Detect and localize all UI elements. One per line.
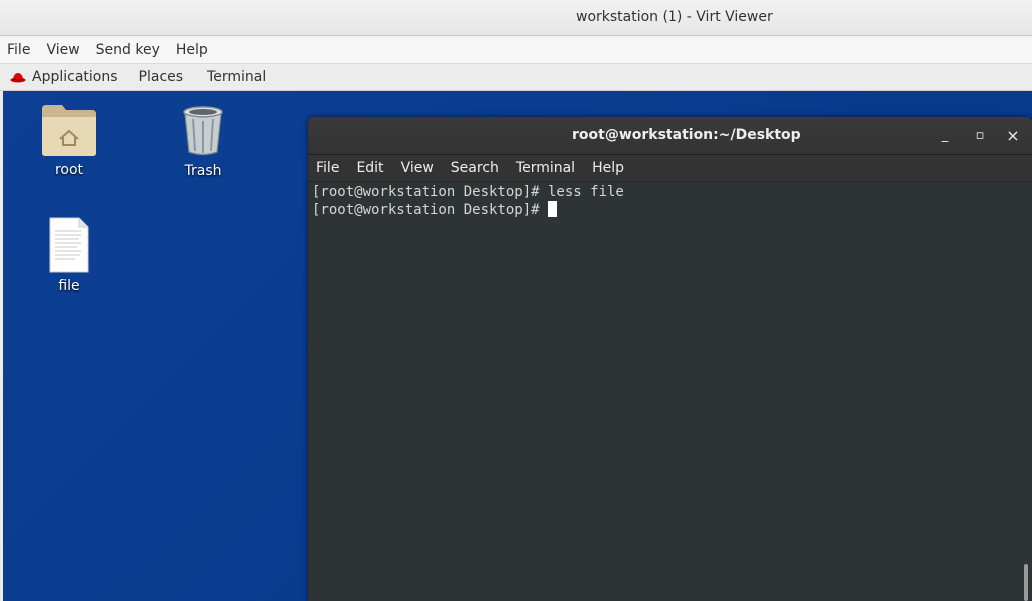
desktop-icon-root[interactable]: root (24, 103, 114, 178)
applications-menu[interactable]: Applications (10, 69, 118, 85)
maximize-button[interactable]: ▫ (970, 126, 990, 146)
minimize-button[interactable]: _ (935, 126, 955, 146)
terminal-titlebar[interactable]: root@workstation:~/Desktop _ ▫ × (308, 117, 1032, 155)
scrollbar-thumb[interactable] (1024, 564, 1028, 601)
desktop-icon-label: Trash (184, 163, 222, 179)
desktop-icon-file[interactable]: file (24, 217, 114, 294)
home-folder-icon (42, 105, 96, 156)
terminal-launcher[interactable]: Terminal (207, 69, 266, 85)
terminal-window[interactable]: root@workstation:~/Desktop _ ▫ × File Ed… (308, 117, 1032, 601)
viewer-menubar: File View Send key Help (0, 37, 1032, 64)
terminal-output[interactable]: [root@workstation Desktop]# less file [r… (308, 182, 1020, 601)
maximize-icon: ▫ (975, 128, 985, 143)
places-menu[interactable]: Places (139, 69, 184, 85)
terminal-menu-view[interactable]: View (401, 160, 434, 176)
viewer-titlebar: workstation (1) - Virt Viewer (0, 0, 1032, 36)
close-button[interactable]: × (1003, 126, 1023, 146)
desktop-icon-label: root (54, 162, 84, 178)
terminal-line: [root@workstation Desktop]# less file (312, 184, 624, 200)
desktop-icon-trash[interactable]: Trash (158, 105, 248, 179)
window-title: workstation (1) - Virt Viewer (576, 9, 773, 25)
viewer-menu-help[interactable]: Help (176, 42, 208, 58)
terminal-menu-help[interactable]: Help (592, 160, 624, 176)
viewer-menu-file[interactable]: File (7, 42, 30, 58)
close-icon: × (1006, 126, 1020, 145)
terminal-title: root@workstation:~/Desktop (572, 127, 801, 143)
applications-label: Applications (32, 69, 118, 85)
terminal-menu-search[interactable]: Search (451, 160, 499, 176)
terminal-scrollbar[interactable] (1020, 182, 1032, 601)
viewer-menu-view[interactable]: View (46, 42, 79, 58)
terminal-prompt: [root@workstation Desktop]# (312, 202, 549, 218)
terminal-menu-file[interactable]: File (316, 160, 339, 176)
terminal-menu-terminal[interactable]: Terminal (516, 160, 575, 176)
trash-icon (183, 106, 223, 156)
terminal-prompt-line: [root@workstation Desktop]# (312, 201, 1020, 219)
text-file-icon (49, 217, 89, 273)
viewer-menu-send-key[interactable]: Send key (96, 42, 160, 58)
text-cursor (548, 201, 558, 217)
gnome-top-panel: Applications Places Terminal (0, 64, 1032, 91)
terminal-menubar: File Edit View Search Terminal Help (308, 155, 1032, 182)
redhat-logo-icon (10, 73, 26, 83)
desktop-icon-label: file (58, 278, 80, 294)
terminal-menu-edit[interactable]: Edit (356, 160, 383, 176)
minimize-icon: _ (941, 128, 949, 143)
